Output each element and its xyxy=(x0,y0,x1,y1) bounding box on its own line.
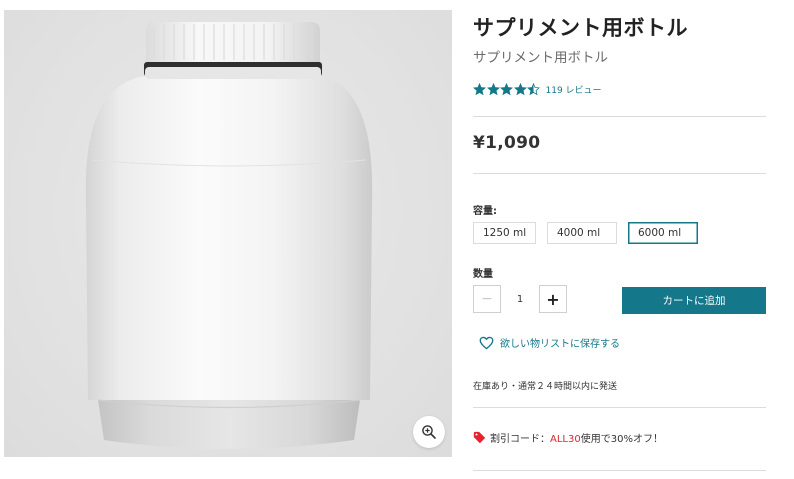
rating[interactable]: 119 レビュー xyxy=(473,83,602,96)
star-icon xyxy=(513,83,527,96)
star-rating xyxy=(473,83,541,96)
capacity-label: 容量: xyxy=(473,206,497,217)
star-icon xyxy=(473,83,486,96)
wishlist-button[interactable]: 欲しい物リストに保存する xyxy=(479,335,620,350)
product-title: サプリメント用ボトル xyxy=(473,16,688,40)
tag-icon xyxy=(473,431,486,444)
heart-icon xyxy=(479,336,494,349)
discount-prefix: 割引コード： xyxy=(490,434,550,445)
add-to-cart-button[interactable]: カートに追加 xyxy=(622,287,766,314)
product-image[interactable] xyxy=(4,10,452,457)
divider xyxy=(473,173,766,174)
quantity-decrement-button[interactable]: − xyxy=(473,285,501,313)
review-count-link[interactable]: 119 レビュー xyxy=(546,83,602,96)
discount-text: 割引コード：ALL30使用で30%オフ！ xyxy=(490,430,663,445)
quantity-input[interactable] xyxy=(501,284,539,314)
product-price: ¥1,090 xyxy=(473,133,541,153)
star-icon xyxy=(500,83,513,96)
zoom-in-icon xyxy=(422,425,436,439)
plus-icon: + xyxy=(546,289,560,309)
divider xyxy=(473,116,766,117)
minus-icon: − xyxy=(481,291,493,307)
quantity-increment-button[interactable]: + xyxy=(539,285,567,313)
stock-status: 在庫あり・通常２４時間以内に発送 xyxy=(473,382,618,392)
zoom-button[interactable] xyxy=(413,416,445,448)
discount-banner: 割引コード：ALL30使用で30%オフ！ xyxy=(473,430,663,445)
divider xyxy=(473,407,766,408)
discount-suffix: 使用で30%オフ！ xyxy=(580,434,663,445)
bottle-image xyxy=(85,22,373,449)
quantity-stepper: − + xyxy=(473,284,567,314)
capacity-option-6000[interactable]: 6000 ml xyxy=(628,222,698,244)
wishlist-label: 欲しい物リストに保存する xyxy=(500,339,620,350)
capacity-options: 1250 ml 4000 ml 6000 ml xyxy=(473,222,709,244)
star-icon xyxy=(527,83,540,96)
capacity-option-4000[interactable]: 4000 ml xyxy=(547,222,617,244)
product-subtitle: サプリメント用ボトル xyxy=(473,50,608,66)
capacity-option-1250[interactable]: 1250 ml xyxy=(473,222,536,244)
star-icon xyxy=(486,83,500,96)
divider xyxy=(473,470,766,471)
quantity-label: 数量 xyxy=(473,269,493,280)
discount-code: ALL30 xyxy=(550,434,581,445)
